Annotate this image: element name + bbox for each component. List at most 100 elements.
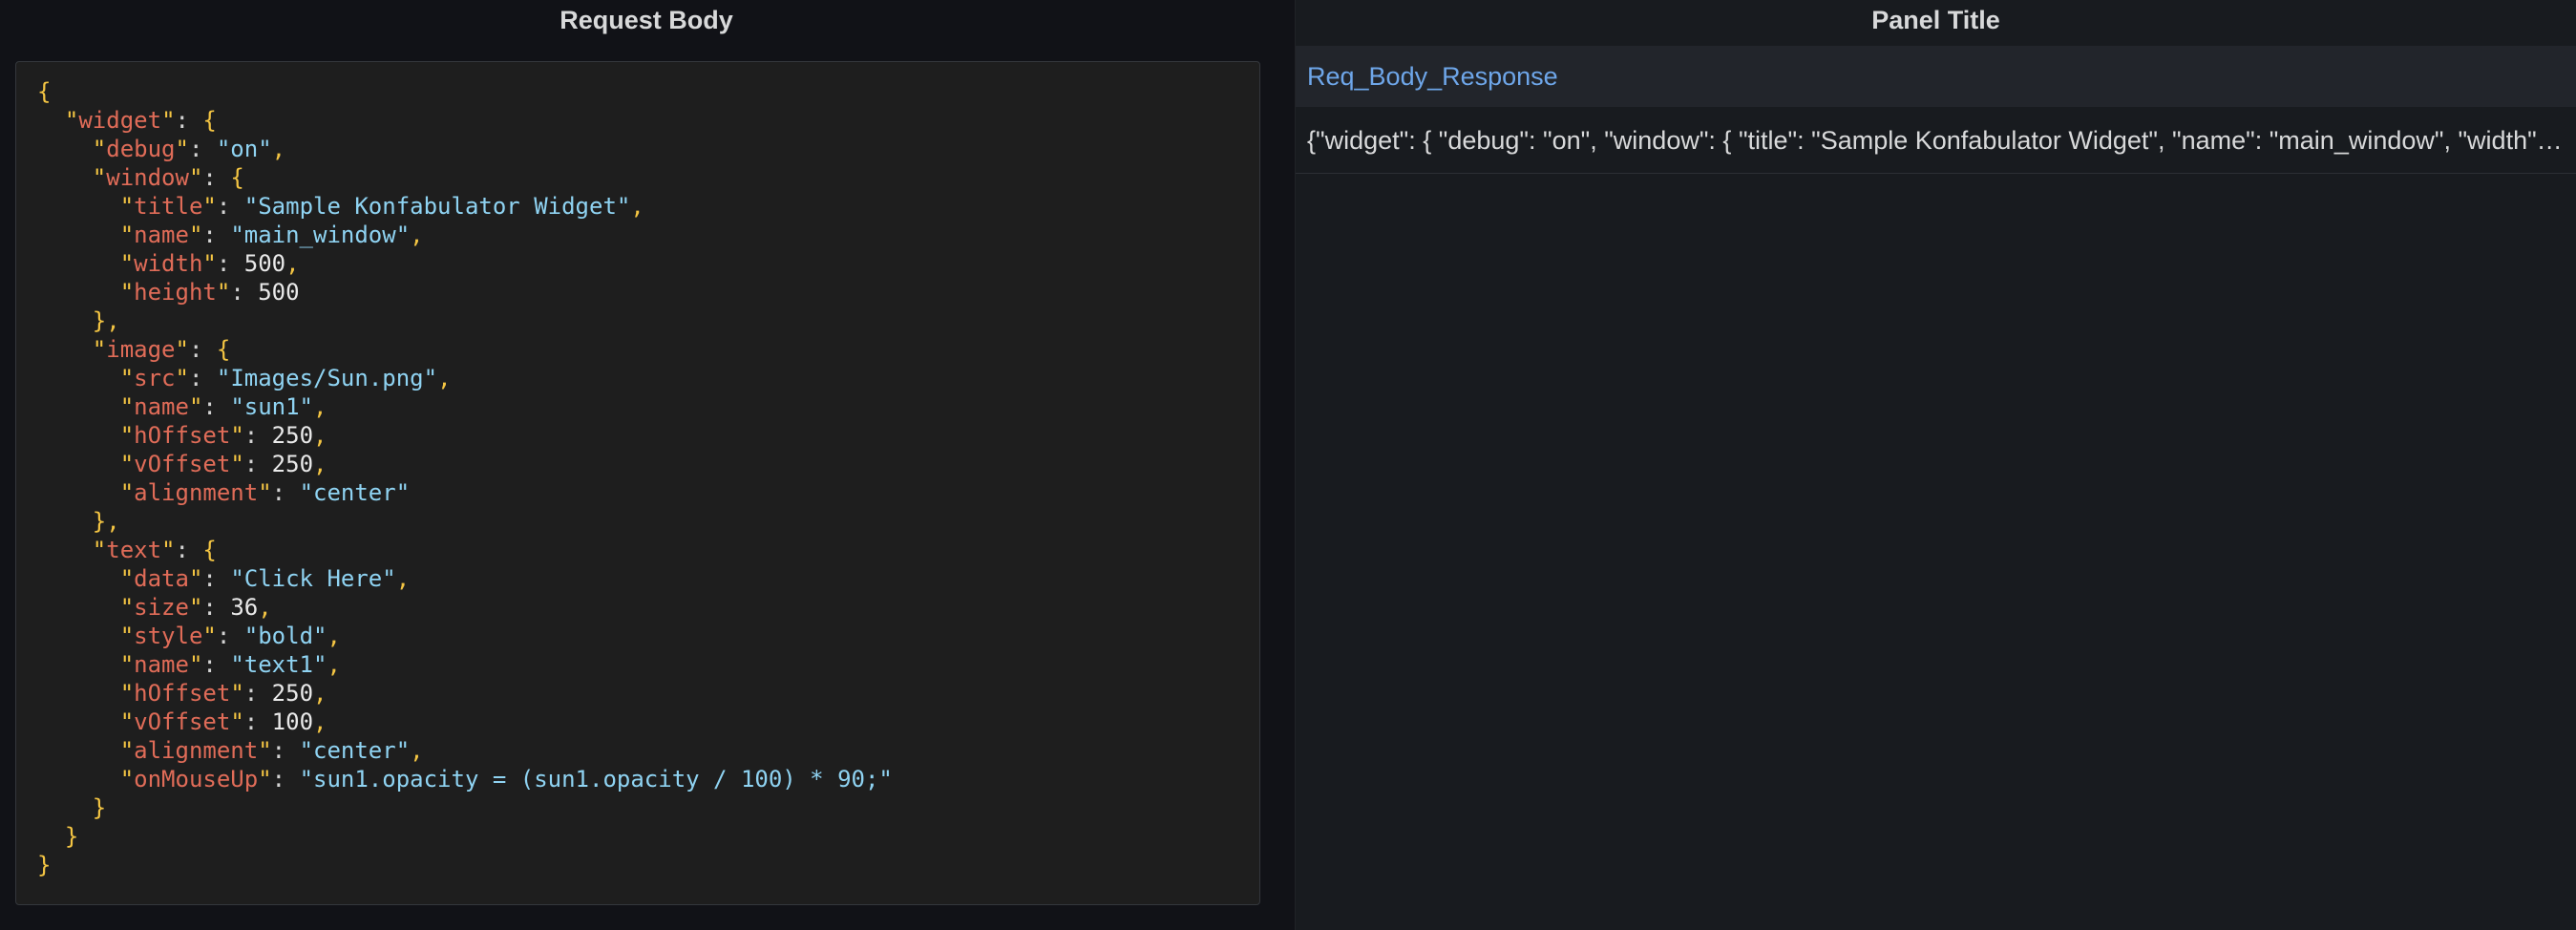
code-token-ind [37,708,120,735]
code-token-punct: , [327,651,341,678]
code-token-ind [37,336,93,363]
code-token-ind [37,107,65,134]
code-token-key: window [106,164,189,191]
code-token-colon: : [202,594,231,621]
code-token-str: "text1" [230,651,327,678]
code-token-key: onMouseUp [134,766,259,793]
code-token-colon: : [216,623,244,649]
code-token-quote: " [202,193,217,220]
code-token-punct: , [313,393,327,420]
code-token-quote: " [216,279,231,306]
code-token-punct: , [630,193,644,220]
code-token-quote: " [119,279,135,306]
code-token-brace: { [37,78,52,105]
code-token-colon: : [202,565,231,592]
code-token-quote: " [188,594,203,621]
code-token-quote: " [230,422,244,449]
code-line: } [37,851,1238,879]
code-token-punct: , [410,222,424,248]
code-token-punct: , [106,307,120,334]
code-line: "image": { [37,335,1238,364]
code-line: "src": "Images/Sun.png", [37,364,1238,392]
code-viewer[interactable]: { "widget": { "debug": "on", "window": {… [15,61,1260,905]
code-token-quote: " [188,222,203,248]
code-token-quote: " [92,336,107,363]
data-table: Req_Body_Response {"widget": { "debug": … [1296,46,2576,174]
code-token-key: data [134,565,189,592]
code-token-ind [37,737,120,764]
code-token-ind [37,594,120,621]
code-token-ind [37,422,120,449]
code-token-quote: " [119,393,135,420]
table-body: {"widget": { "debug": "on", "window": { … [1296,107,2576,174]
code-token-ind [37,193,120,220]
code-token-num: 100 [271,708,314,735]
code-token-num: 250 [271,451,314,477]
code-token-colon: : [271,766,300,793]
code-line: "vOffset": 100, [37,708,1238,736]
code-token-key: height [134,279,217,306]
code-token-brace: } [37,852,52,878]
code-token-colon: : [271,737,300,764]
code-token-quote: " [230,708,244,735]
code-token-quote: " [175,365,189,391]
code-token-quote: " [119,250,135,277]
code-line: } [37,793,1238,822]
request-body-panel: Request Body { "widget": { "debug": "on"… [0,0,1293,930]
code-token-quote: " [202,623,217,649]
panel-title-request-body[interactable]: Request Body [0,0,1293,40]
code-token-quote: " [119,565,135,592]
code-token-key: name [134,222,189,248]
code-token-punct: , [313,451,327,477]
code-line: "hOffset": 250, [37,679,1238,708]
table-row[interactable]: {"widget": { "debug": "on", "window": { … [1296,107,2576,174]
code-token-punct: , [395,565,411,592]
code-token-quote: " [92,164,107,191]
code-token-colon: : [243,451,272,477]
code-line: }, [37,306,1238,335]
code-token-num: 36 [230,594,259,621]
code-line: "debug": "on", [37,135,1238,163]
code-line: "widget": { [37,106,1238,135]
code-token-colon: : [216,193,244,220]
code-token-brace: { [216,336,231,363]
panel-title-table[interactable]: Panel Title [1296,0,2576,40]
table-column-header[interactable]: Req_Body_Response [1296,46,2576,107]
code-token-brace: { [202,537,217,563]
code-line: "onMouseUp": "sun1.opacity = (sun1.opaci… [37,765,1238,793]
code-token-colon: : [243,422,272,449]
code-token-punct: , [258,594,272,621]
code-token-key: text [106,537,162,563]
code-token-str: "Click Here" [230,565,396,592]
code-token-key: hOffset [134,422,231,449]
code-token-colon: : [271,479,300,506]
code-line: "height": 500 [37,278,1238,306]
code-token-key: name [134,393,189,420]
code-token-ind [37,508,93,535]
code-token-ind [37,823,65,850]
code-token-num: 500 [243,250,286,277]
code-token-key: width [134,250,203,277]
code-token-key: vOffset [134,451,231,477]
code-token-brace: } [92,508,107,535]
code-token-punct: , [313,680,327,707]
code-token-quote: " [64,107,79,134]
code-token-quote: " [188,651,203,678]
code-token-ind [37,651,120,678]
code-token-str: "bold" [243,623,327,649]
table-panel: Panel Title Req_Body_Response {"widget":… [1295,0,2576,930]
code-token-quote: " [119,222,135,248]
code-line: "size": 36, [37,593,1238,622]
code-line: "width": 500, [37,249,1238,278]
code-token-quote: " [119,193,135,220]
code-line: "name": "text1", [37,650,1238,679]
code-token-brace: } [92,307,107,334]
code-token-ind [37,451,120,477]
code-token-punct: , [271,136,286,162]
code-token-quote: " [161,537,176,563]
code-token-brace: { [202,107,217,134]
code-token-key: name [134,651,189,678]
code-token-str: "sun1.opacity = (sun1.opacity / 100) * 9… [299,766,893,793]
code-token-quote: " [258,479,272,506]
code-token-colon: : [175,537,203,563]
